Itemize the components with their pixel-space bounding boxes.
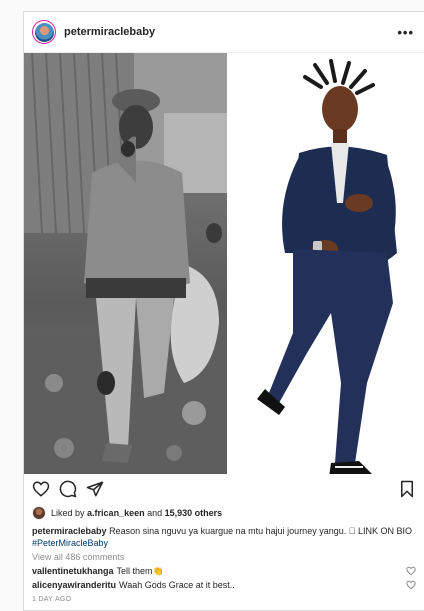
likes-count[interactable]: 15,930 others [165, 508, 223, 518]
action-bar [24, 474, 424, 504]
post-caption: petermiraclebaby Reason sina nguvu ya ku… [24, 521, 424, 549]
likes-joiner: and [147, 508, 163, 518]
post-image[interactable] [24, 52, 424, 474]
comment-text: Tell them👏 [116, 566, 164, 576]
likes-summary: Liked by a.frican_keen and 15,930 others [24, 504, 424, 521]
comment-username[interactable]: vallentinetukhanga [32, 565, 114, 577]
comment-username[interactable]: alicenyawiranderitu [32, 579, 116, 591]
liker-username[interactable]: a.frican_keen [87, 508, 145, 518]
view-all-comments-link[interactable]: View all 486 comments [24, 549, 424, 563]
caption-hashtag[interactable]: #PeterMiracleBaby [32, 538, 108, 548]
photo-before [24, 53, 227, 474]
comment-item: vallentinetukhanga Tell them👏 [24, 563, 424, 577]
profile-avatar[interactable] [32, 20, 56, 44]
post-username[interactable]: petermiraclebaby [64, 26, 155, 38]
liker-avatar[interactable] [32, 506, 46, 520]
comment-item: alicenyawiranderitu Waah Gods Grace at i… [24, 577, 424, 591]
after-photo-drawing [257, 59, 397, 474]
share-icon[interactable] [86, 480, 104, 498]
comment-text: Waah Gods Grace at it best.. [119, 580, 235, 590]
heart-icon[interactable] [406, 580, 416, 590]
post-card: petermiraclebaby ••• Liked by a.frican_k… [23, 11, 424, 611]
photo-after [227, 53, 424, 474]
bookmark-icon[interactable] [398, 480, 416, 498]
heart-icon[interactable] [406, 566, 416, 576]
avatar-image [34, 22, 54, 42]
comment-icon[interactable] [59, 480, 77, 498]
caption-text: Reason sina nguvu ya kuargue na mtu haju… [109, 526, 412, 536]
likes-prefix: Liked by [51, 508, 85, 518]
before-photo-drawing [24, 53, 227, 474]
caption-username[interactable]: petermiraclebaby [32, 526, 107, 536]
post-header: petermiraclebaby ••• [24, 12, 424, 52]
more-options-icon[interactable]: ••• [397, 26, 414, 39]
heart-icon[interactable] [32, 480, 50, 498]
